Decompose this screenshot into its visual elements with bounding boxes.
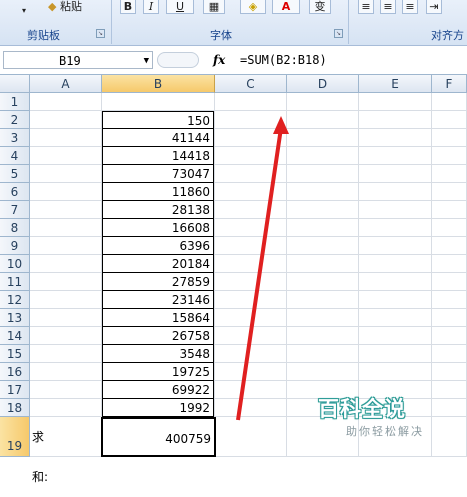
watermark-title: 百科全说 xyxy=(318,397,406,421)
watermark-subtitle: 助你轻松解决 xyxy=(346,425,424,438)
watermark-logo: 百科全说 助你轻松解决 xyxy=(318,393,448,439)
